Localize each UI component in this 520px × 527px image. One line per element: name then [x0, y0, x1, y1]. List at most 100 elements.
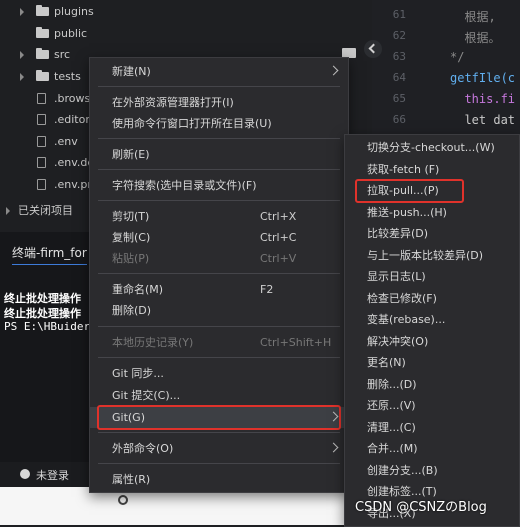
context-menu-item[interactable]: 外部命令(O): [90, 438, 346, 459]
git-menu-item[interactable]: 显示日志(L): [345, 266, 517, 288]
tree-item-label: .env.pr: [54, 178, 92, 191]
menu-item-shortcut: Ctrl+X: [260, 210, 297, 223]
menu-item-label: 删除(D): [112, 304, 152, 317]
git-menu-item[interactable]: 切换分支-checkout...(W): [345, 137, 517, 159]
context-menu-item[interactable]: 删除(D): [90, 300, 346, 321]
tree-item-public[interactable]: public: [0, 23, 110, 45]
context-menu-item[interactable]: 使用命令行窗口打开所在目录(U): [90, 113, 346, 134]
tree-item-label: tests: [54, 70, 81, 83]
terminal-line: 终止批处理操作: [4, 307, 81, 320]
git-menu-item[interactable]: 比较差异(D): [345, 223, 517, 245]
terminal-line: PS E:\HBuiderP: [4, 320, 97, 333]
menu-item-label: 复制(C): [112, 231, 151, 244]
context-menu-item[interactable]: 刷新(E): [90, 144, 346, 165]
menu-item-label: 获取-fetch (F): [367, 162, 440, 176]
chevron-right-icon[interactable]: [20, 8, 24, 16]
git-submenu: 切换分支-checkout...(W) 获取-fetch (F) 拉取-pull..…: [344, 134, 520, 527]
menu-separator: [98, 169, 340, 170]
menu-item-label: 与上一版本比较差异(D): [367, 248, 484, 262]
code-line: 根据。: [450, 31, 501, 45]
menu-separator: [98, 463, 340, 464]
folder-icon: [36, 27, 49, 38]
git-menu-item[interactable]: 删除...(D): [345, 374, 517, 396]
login-status[interactable]: 未登录: [36, 467, 69, 483]
line-number: 64: [392, 71, 406, 84]
menu-item-label: 比较差异(D): [367, 227, 429, 240]
file-icon: [37, 179, 46, 190]
menu-item-label: 在外部资源管理器打开(I): [112, 96, 234, 109]
code-line: 根据,: [450, 10, 496, 24]
git-menu-item[interactable]: 解决冲突(O): [345, 331, 517, 353]
file-icon: [37, 136, 46, 147]
context-menu-item[interactable]: 新建(N): [90, 61, 346, 82]
chevron-right-icon[interactable]: [6, 207, 10, 215]
menu-item-label: 合并...(M): [367, 442, 418, 455]
git-menu-item[interactable]: 更名(N): [345, 352, 517, 374]
line-number: 61: [392, 8, 406, 21]
menu-separator: [98, 273, 340, 274]
context-menu-item[interactable]: Git 同步...: [90, 363, 346, 384]
user-icon[interactable]: [20, 469, 30, 479]
git-menu-item[interactable]: 变基(rebase)...: [345, 309, 517, 331]
menu-separator: [98, 86, 340, 87]
file-icon: [37, 114, 46, 125]
file-icon: [37, 93, 46, 104]
context-menu-item[interactable]: Git 提交(C)...: [90, 385, 346, 406]
menu-item-shortcut: Ctrl+Shift+H: [260, 336, 332, 349]
chevron-right-icon: [328, 65, 339, 76]
menu-item-label: 新建(N): [112, 65, 151, 78]
locate-icon[interactable]: [118, 495, 128, 505]
menu-separator: [98, 326, 340, 327]
menu-item-shortcut: Ctrl+V: [260, 252, 297, 265]
collapse-sidebar-button[interactable]: [364, 40, 382, 58]
chevron-right-icon[interactable]: [20, 73, 24, 81]
git-menu-item[interactable]: 还原...(V): [345, 395, 517, 417]
folder-icon: [36, 48, 49, 59]
line-number: 62: [392, 29, 406, 42]
menu-item-label: 清理...(C): [367, 420, 416, 434]
watermark: CSDN @CSNZのBlog: [355, 500, 487, 515]
menu-item-label: 显示日志(L): [367, 270, 426, 283]
menu-item-label: 重命名(M): [112, 283, 164, 296]
menu-item-label: 切换分支-checkout...(W): [367, 141, 495, 154]
context-menu-item: 本地历史记录(Y) Ctrl+Shift+H: [90, 332, 346, 353]
menu-separator: [98, 432, 340, 433]
context-menu-item[interactable]: 属性(R): [90, 469, 346, 490]
menu-item-label: 解决冲突(O): [367, 334, 429, 348]
context-menu-item: 粘贴(P) Ctrl+V: [90, 248, 346, 269]
menu-item-label: 使用命令行窗口打开所在目录(U): [112, 117, 272, 130]
git-menu-item[interactable]: 创建分支...(B): [345, 460, 517, 482]
terminal-tab[interactable]: 终端-firm_for: [12, 244, 87, 265]
chevron-right-icon: [328, 442, 339, 453]
menu-item-shortcut: Ctrl+C: [260, 231, 297, 244]
menu-item-label: 剪切(T): [112, 210, 150, 223]
git-menu-item[interactable]: 推送-push...(H): [345, 202, 517, 224]
highlight-box: [355, 179, 464, 203]
context-menu-item[interactable]: 复制(C) Ctrl+C: [90, 227, 346, 248]
context-menu-item[interactable]: 剪切(T) Ctrl+X: [90, 206, 346, 227]
closed-projects-label: 已关闭项目: [18, 204, 73, 217]
menu-item-label: 变基(rebase)...: [367, 313, 446, 326]
context-menu-item[interactable]: 字符搜索(选中目录或文件)(F): [90, 175, 346, 196]
menu-item-label: 外部命令(O): [112, 442, 174, 455]
menu-item-label: 检查已修改(F): [367, 291, 437, 305]
git-menu-item[interactable]: 检查已修改(F): [345, 288, 517, 310]
menu-item-label: Git 提交(C)...: [112, 389, 181, 402]
code-line: */: [450, 50, 465, 64]
menu-item-label: 创建分支...(B): [367, 463, 438, 477]
menu-item-label: 属性(R): [112, 473, 151, 486]
menu-item-label: 推送-push...(H): [367, 205, 447, 219]
folder-icon: [36, 5, 49, 16]
git-menu-item[interactable]: 清理...(C): [345, 417, 517, 439]
menu-item-label: 删除...(D): [367, 377, 417, 391]
git-menu-item[interactable]: 合并...(M): [345, 438, 517, 460]
tree-item-plugins[interactable]: plugins: [0, 1, 110, 23]
git-menu-item[interactable]: 与上一版本比较差异(D): [345, 245, 517, 267]
git-menu-item[interactable]: 获取-fetch (F): [345, 159, 517, 181]
chevron-right-icon[interactable]: [20, 51, 24, 59]
line-number: 65: [392, 92, 406, 105]
context-menu-item[interactable]: 在外部资源管理器打开(I): [90, 92, 346, 113]
context-menu-item[interactable]: 重命名(M) F2: [90, 279, 346, 300]
tree-item-label: .editor: [54, 113, 90, 126]
code-line: let dat: [450, 113, 516, 127]
